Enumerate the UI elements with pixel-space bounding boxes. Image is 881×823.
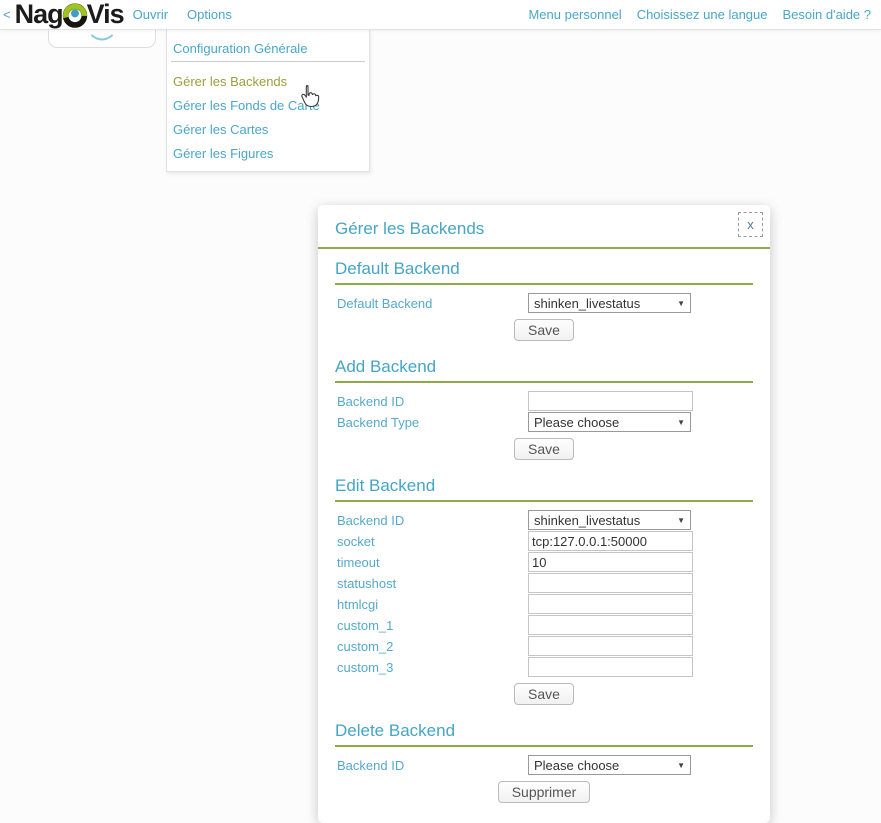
edit-custom3-input[interactable] — [528, 657, 693, 677]
section-heading-default-backend: Default Backend — [335, 259, 753, 285]
menu-options[interactable]: Options — [187, 7, 232, 22]
form-row: statushost — [335, 573, 753, 593]
edit-statushost-input[interactable] — [528, 573, 693, 593]
form-row: custom_1 — [335, 615, 753, 635]
delete-backend-id-select[interactable]: Please choose ▼ — [528, 755, 691, 775]
chevron-down-icon — [90, 34, 114, 43]
collapse-header-link[interactable]: < — [0, 7, 15, 22]
dialog-body: Default Backend Default Backend shinken_… — [318, 259, 770, 823]
user-menu: Menu personnel Choisissez une langue Bes… — [528, 7, 881, 22]
header-toggle-tab[interactable] — [48, 30, 156, 48]
menu-language[interactable]: Choisissez une langue — [637, 7, 768, 22]
save-default-backend-button[interactable]: Save — [514, 319, 574, 341]
save-edit-backend-button[interactable]: Save — [514, 683, 574, 705]
edit-statushost-label: statushost — [335, 576, 528, 591]
select-arrow-icon: ▼ — [677, 516, 687, 525]
edit-socket-input[interactable] — [528, 531, 693, 551]
select-arrow-icon: ▼ — [677, 418, 687, 427]
main-menu: Ouvrir Options — [133, 7, 232, 22]
default-backend-label: Default Backend — [335, 296, 528, 311]
close-icon[interactable]: x — [738, 212, 763, 237]
form-row: Backend Type Please choose ▼ — [335, 412, 753, 432]
menu-personnel[interactable]: Menu personnel — [528, 7, 621, 22]
top-header-bar: < Nag Vis Ouvrir Options Menu personnel … — [0, 0, 881, 30]
menu-item-gerer-backends[interactable]: Gérer les Backends — [167, 70, 369, 94]
menu-divider — [171, 61, 365, 62]
menu-help[interactable]: Besoin d'aide ? — [783, 7, 872, 22]
form-row: htmlcgi — [335, 594, 753, 614]
dialog-title: Gérer les Backends — [335, 219, 484, 238]
edit-htmlcgi-label: htmlcgi — [335, 597, 528, 612]
manage-backends-dialog: Gérer les Backends x Default Backend Def… — [318, 205, 770, 823]
select-arrow-icon: ▼ — [677, 299, 687, 308]
form-row: custom_3 — [335, 657, 753, 677]
edit-backend-id-label: Backend ID — [335, 513, 528, 528]
nagvis-logo[interactable]: Nag Vis — [15, 1, 124, 29]
options-dropdown-menu: Configuration Générale Gérer les Backend… — [166, 30, 370, 172]
menu-item-gerer-figures[interactable]: Gérer les Figures — [167, 142, 369, 166]
form-row: custom_2 — [335, 636, 753, 656]
edit-custom2-label: custom_2 — [335, 639, 528, 654]
add-backend-id-label: Backend ID — [335, 394, 528, 409]
menu-item-gerer-fonds-de-carte[interactable]: Gérer les Fonds de Carte — [167, 94, 369, 118]
add-backend-type-label: Backend Type — [335, 415, 528, 430]
form-row: Default Backend shinken_livestatus ▼ — [335, 293, 753, 313]
menu-ouvrir[interactable]: Ouvrir — [133, 7, 168, 22]
nagvis-globe-icon — [62, 3, 88, 29]
form-row: Backend ID — [335, 391, 753, 411]
form-row: Backend ID Please choose ▼ — [335, 755, 753, 775]
save-add-backend-button[interactable]: Save — [514, 438, 574, 460]
edit-custom1-label: custom_1 — [335, 618, 528, 633]
edit-custom3-label: custom_3 — [335, 660, 528, 675]
edit-custom1-input[interactable] — [528, 615, 693, 635]
dialog-titlebar: Gérer les Backends x — [318, 205, 770, 249]
logo-text-suffix: Vis — [87, 1, 124, 28]
form-row: socket — [335, 531, 753, 551]
edit-custom2-input[interactable] — [528, 636, 693, 656]
select-arrow-icon: ▼ — [677, 761, 687, 770]
add-backend-id-input[interactable] — [528, 391, 693, 411]
default-backend-select[interactable]: shinken_livestatus ▼ — [528, 293, 691, 313]
edit-backend-id-select[interactable]: shinken_livestatus ▼ — [528, 510, 691, 530]
edit-timeout-label: timeout — [335, 555, 528, 570]
edit-socket-label: socket — [335, 534, 528, 549]
section-heading-edit-backend: Edit Backend — [335, 476, 753, 502]
delete-backend-id-label: Backend ID — [335, 758, 528, 773]
supprimer-button[interactable]: Supprimer — [498, 781, 591, 803]
add-backend-type-select[interactable]: Please choose ▼ — [528, 412, 691, 432]
form-row: Backend ID shinken_livestatus ▼ — [335, 510, 753, 530]
edit-htmlcgi-input[interactable] — [528, 594, 693, 614]
menu-item-gerer-cartes[interactable]: Gérer les Cartes — [167, 118, 369, 142]
logo-text-prefix: Nag — [15, 1, 63, 28]
edit-timeout-input[interactable] — [528, 552, 693, 572]
section-heading-add-backend: Add Backend — [335, 357, 753, 383]
menu-item-configuration-generale[interactable]: Configuration Générale — [167, 37, 369, 61]
section-heading-delete-backend: Delete Backend — [335, 721, 753, 747]
form-row: timeout — [335, 552, 753, 572]
